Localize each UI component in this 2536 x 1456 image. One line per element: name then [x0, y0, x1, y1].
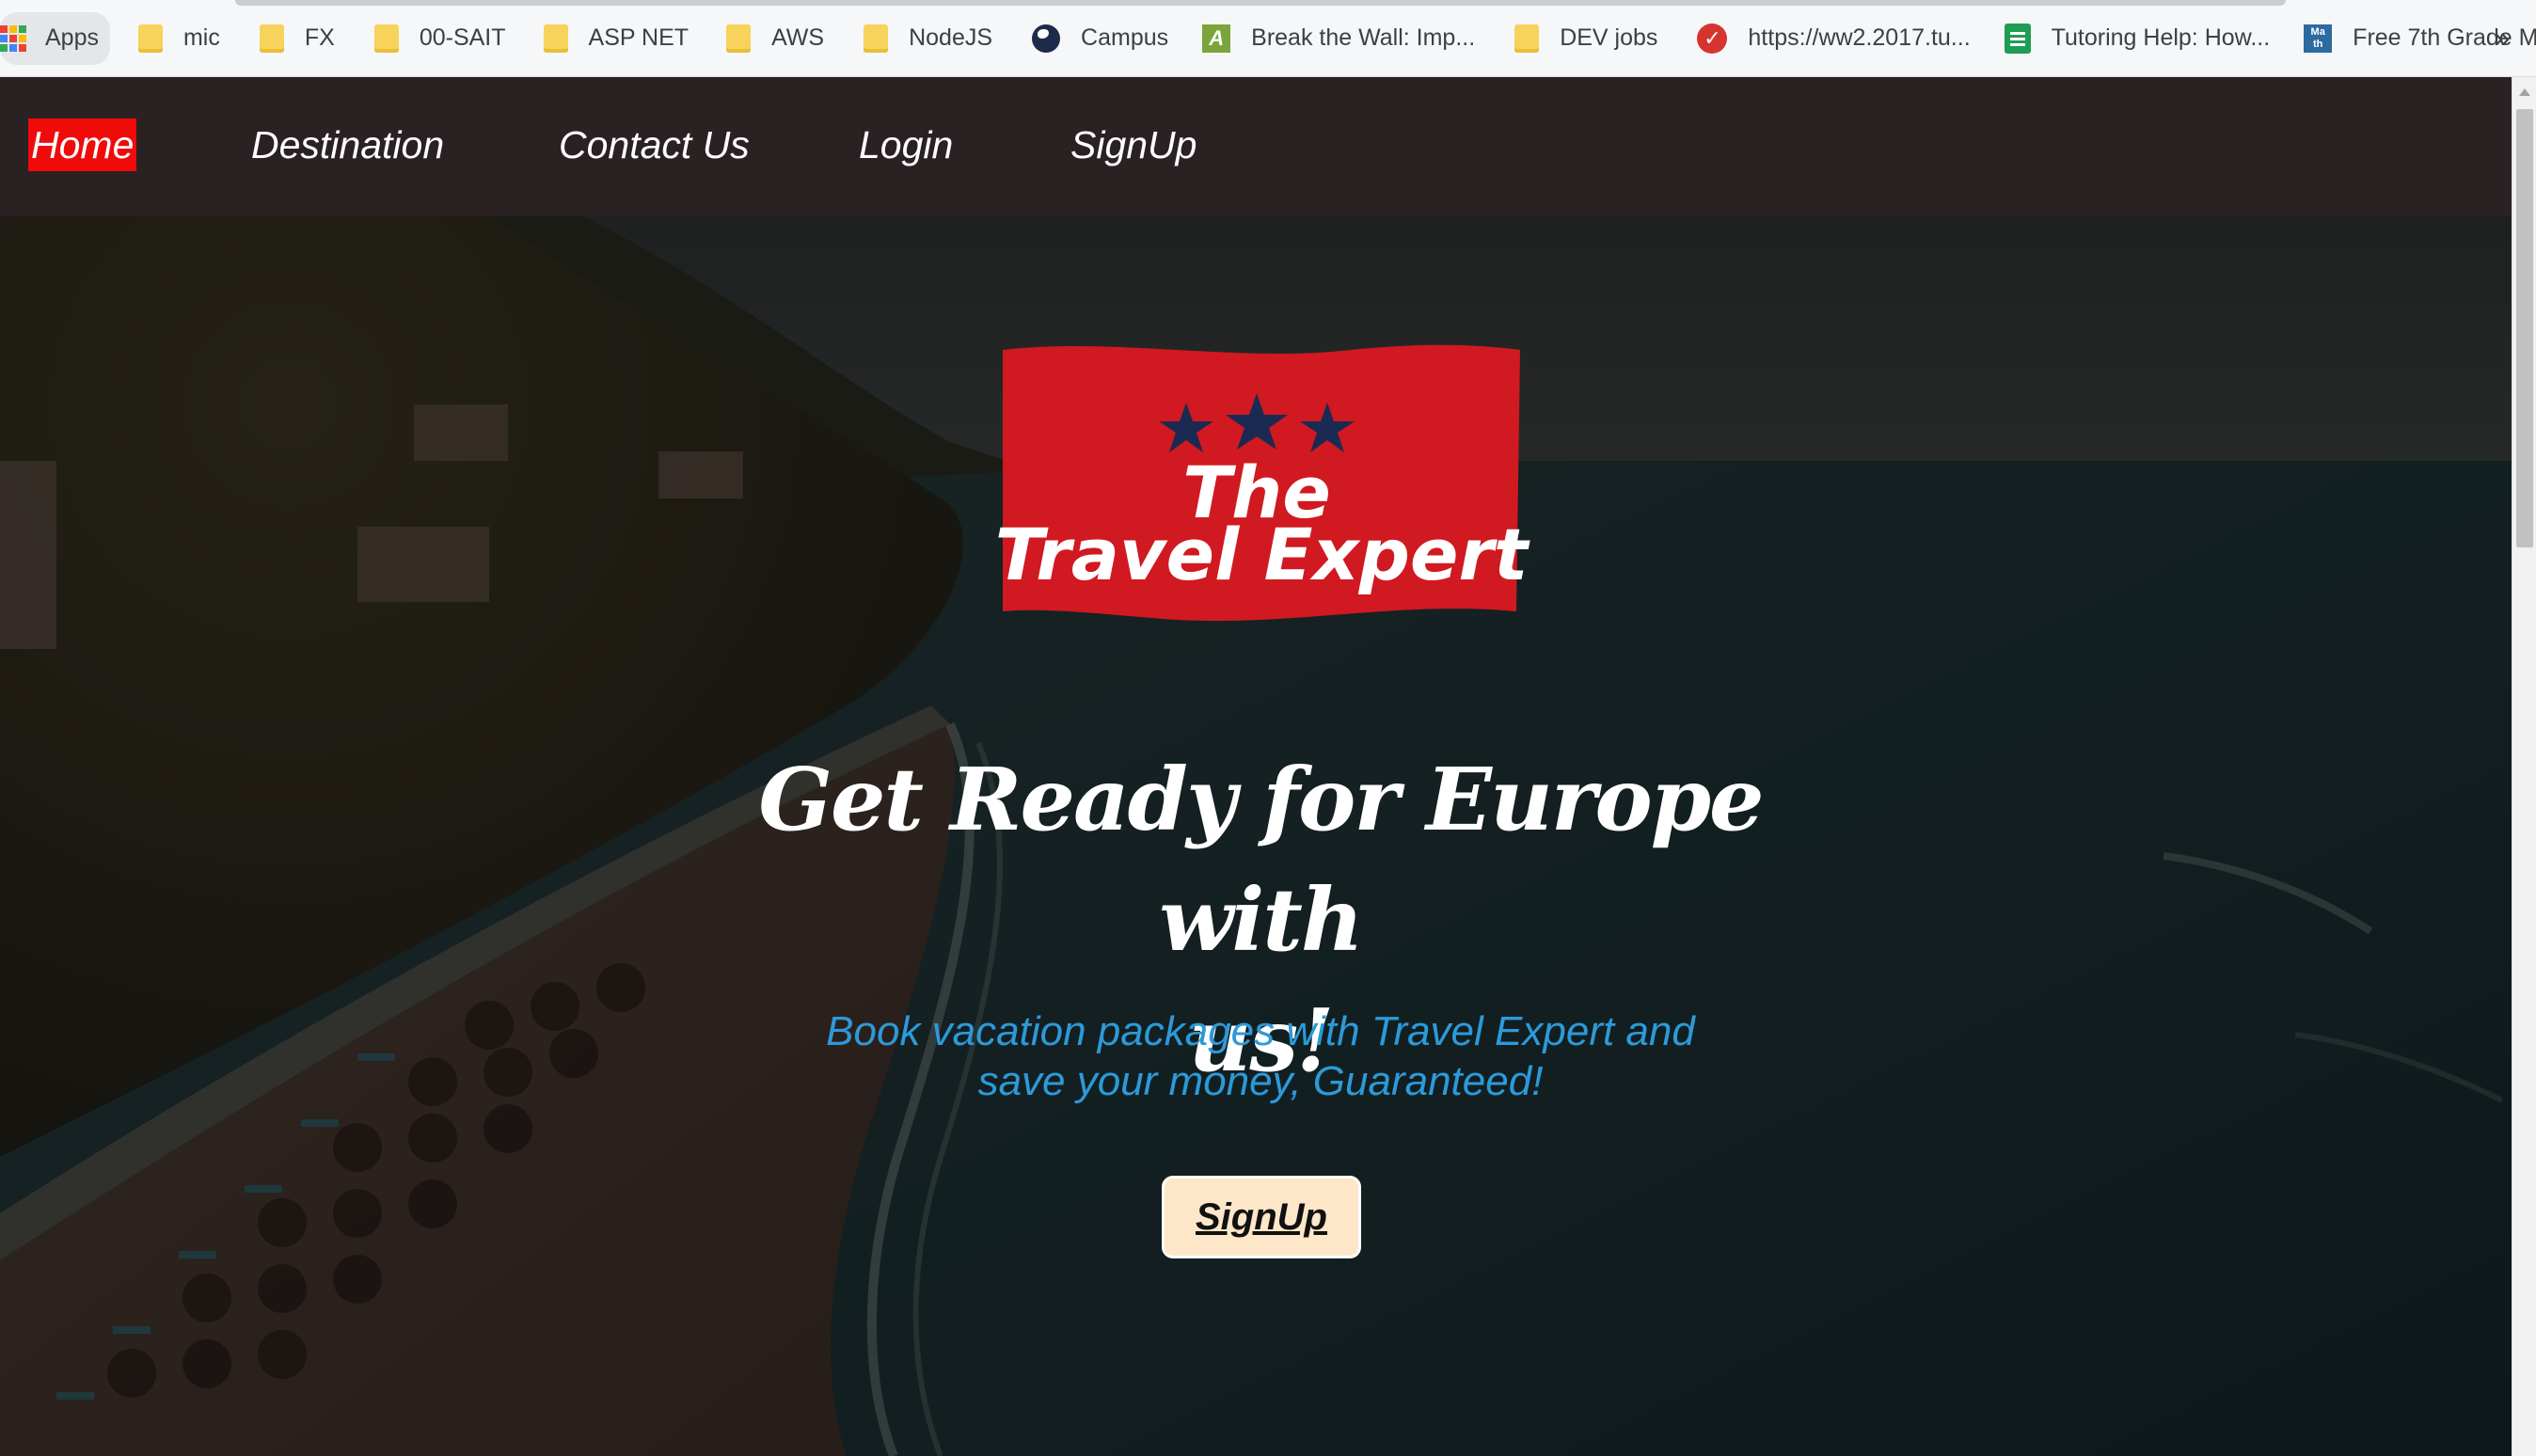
- globe-icon: [1032, 24, 1061, 53]
- folder-icon: [726, 24, 752, 53]
- bookmark-mic[interactable]: mic: [125, 12, 233, 65]
- hero-subline: Book vacation packages with Travel Exper…: [790, 1006, 1731, 1106]
- folder-icon: [137, 24, 163, 53]
- folder-icon: [543, 24, 568, 53]
- bookmark-ww2-tutor[interactable]: ✓ https://ww2.2017.tu...: [1684, 12, 1983, 65]
- bookmark-asp-net[interactable]: ASP NET: [531, 12, 703, 65]
- subline-line-2: save your money, Guaranteed!: [977, 1058, 1544, 1104]
- bookmark-apps[interactable]: Apps: [0, 11, 110, 65]
- bookmark-label: 00-SAIT: [419, 24, 506, 51]
- bookmark-aws[interactable]: AWS: [713, 12, 837, 65]
- bookmark-00-sait[interactable]: 00-SAIT: [361, 12, 519, 65]
- site-icon: A: [1202, 24, 1231, 53]
- bookmark-tutoring-help[interactable]: Tutoring Help: How...: [1991, 12, 2284, 65]
- bookmark-label: Tutoring Help: How...: [2051, 24, 2271, 51]
- scrollbar-thumb[interactable]: [2516, 109, 2533, 547]
- nav-home[interactable]: Home: [28, 119, 137, 171]
- math-icon: Ma th: [2304, 24, 2333, 53]
- scroll-up-arrow-icon[interactable]: [2519, 88, 2530, 96]
- bookmark-break-the-wall[interactable]: A Break the Wall: Imp...: [1189, 12, 1488, 65]
- bookmarks-overflow-button[interactable]: »: [2494, 23, 2510, 55]
- hero-section: The Travel Expert Get Ready for Europe w…: [0, 216, 2512, 1456]
- bookmark-nodejs[interactable]: NodeJS: [850, 12, 1006, 65]
- bookmark-label: DEV jobs: [1560, 24, 1658, 51]
- nav-signup[interactable]: SignUp: [1068, 119, 1199, 171]
- bookmark-label: Campus: [1081, 24, 1169, 51]
- nav-login[interactable]: Login: [856, 119, 956, 171]
- folder-icon: [259, 24, 284, 53]
- folder-icon: [864, 24, 889, 53]
- subline-line-1: Book vacation packages with Travel Exper…: [826, 1008, 1695, 1054]
- nav-contact-us[interactable]: Contact Us: [556, 119, 753, 171]
- bookmark-campus[interactable]: Campus: [1019, 12, 1181, 65]
- headline-line-1: Get Ready for Europe with: [758, 749, 1764, 971]
- apps-grid-icon: [0, 24, 26, 52]
- bookmark-fx[interactable]: FX: [246, 12, 348, 65]
- bookmark-label: Break the Wall: Imp...: [1251, 24, 1476, 51]
- bookmark-label: NodeJS: [909, 24, 993, 51]
- bookmark-label: https://ww2.2017.tu...: [1748, 24, 1971, 51]
- bookmark-label: Apps: [45, 24, 99, 51]
- page: Home Destination Contact Us Login SignUp: [0, 77, 2512, 1456]
- bookmark-dev-jobs[interactable]: DEV jobs: [1501, 12, 1671, 65]
- checkmark-icon: ✓: [1697, 23, 1728, 54]
- bookmarks-bar: Apps mic FX 00-SAIT ASP NET AWS NodeJS C…: [0, 0, 2536, 77]
- logo-line-2: Travel Expert: [995, 513, 1530, 596]
- bookmark-label: mic: [182, 24, 220, 51]
- top-navbar: Home Destination Contact Us Login SignUp: [0, 77, 2512, 216]
- folder-icon: [1514, 24, 1540, 53]
- bookmark-label: ASP NET: [588, 24, 689, 51]
- page-scrollbar[interactable]: [2512, 77, 2536, 1456]
- signup-button[interactable]: SignUp: [1162, 1176, 1361, 1258]
- bookmark-label: FX: [304, 24, 335, 51]
- travel-expert-logo: The Travel Expert: [995, 344, 1530, 622]
- nav-destination[interactable]: Destination: [248, 119, 447, 171]
- bookmark-label: AWS: [771, 24, 825, 51]
- sheet-icon: [2004, 23, 2031, 54]
- tab-strip-edge: [235, 0, 2286, 6]
- folder-icon: [373, 24, 399, 53]
